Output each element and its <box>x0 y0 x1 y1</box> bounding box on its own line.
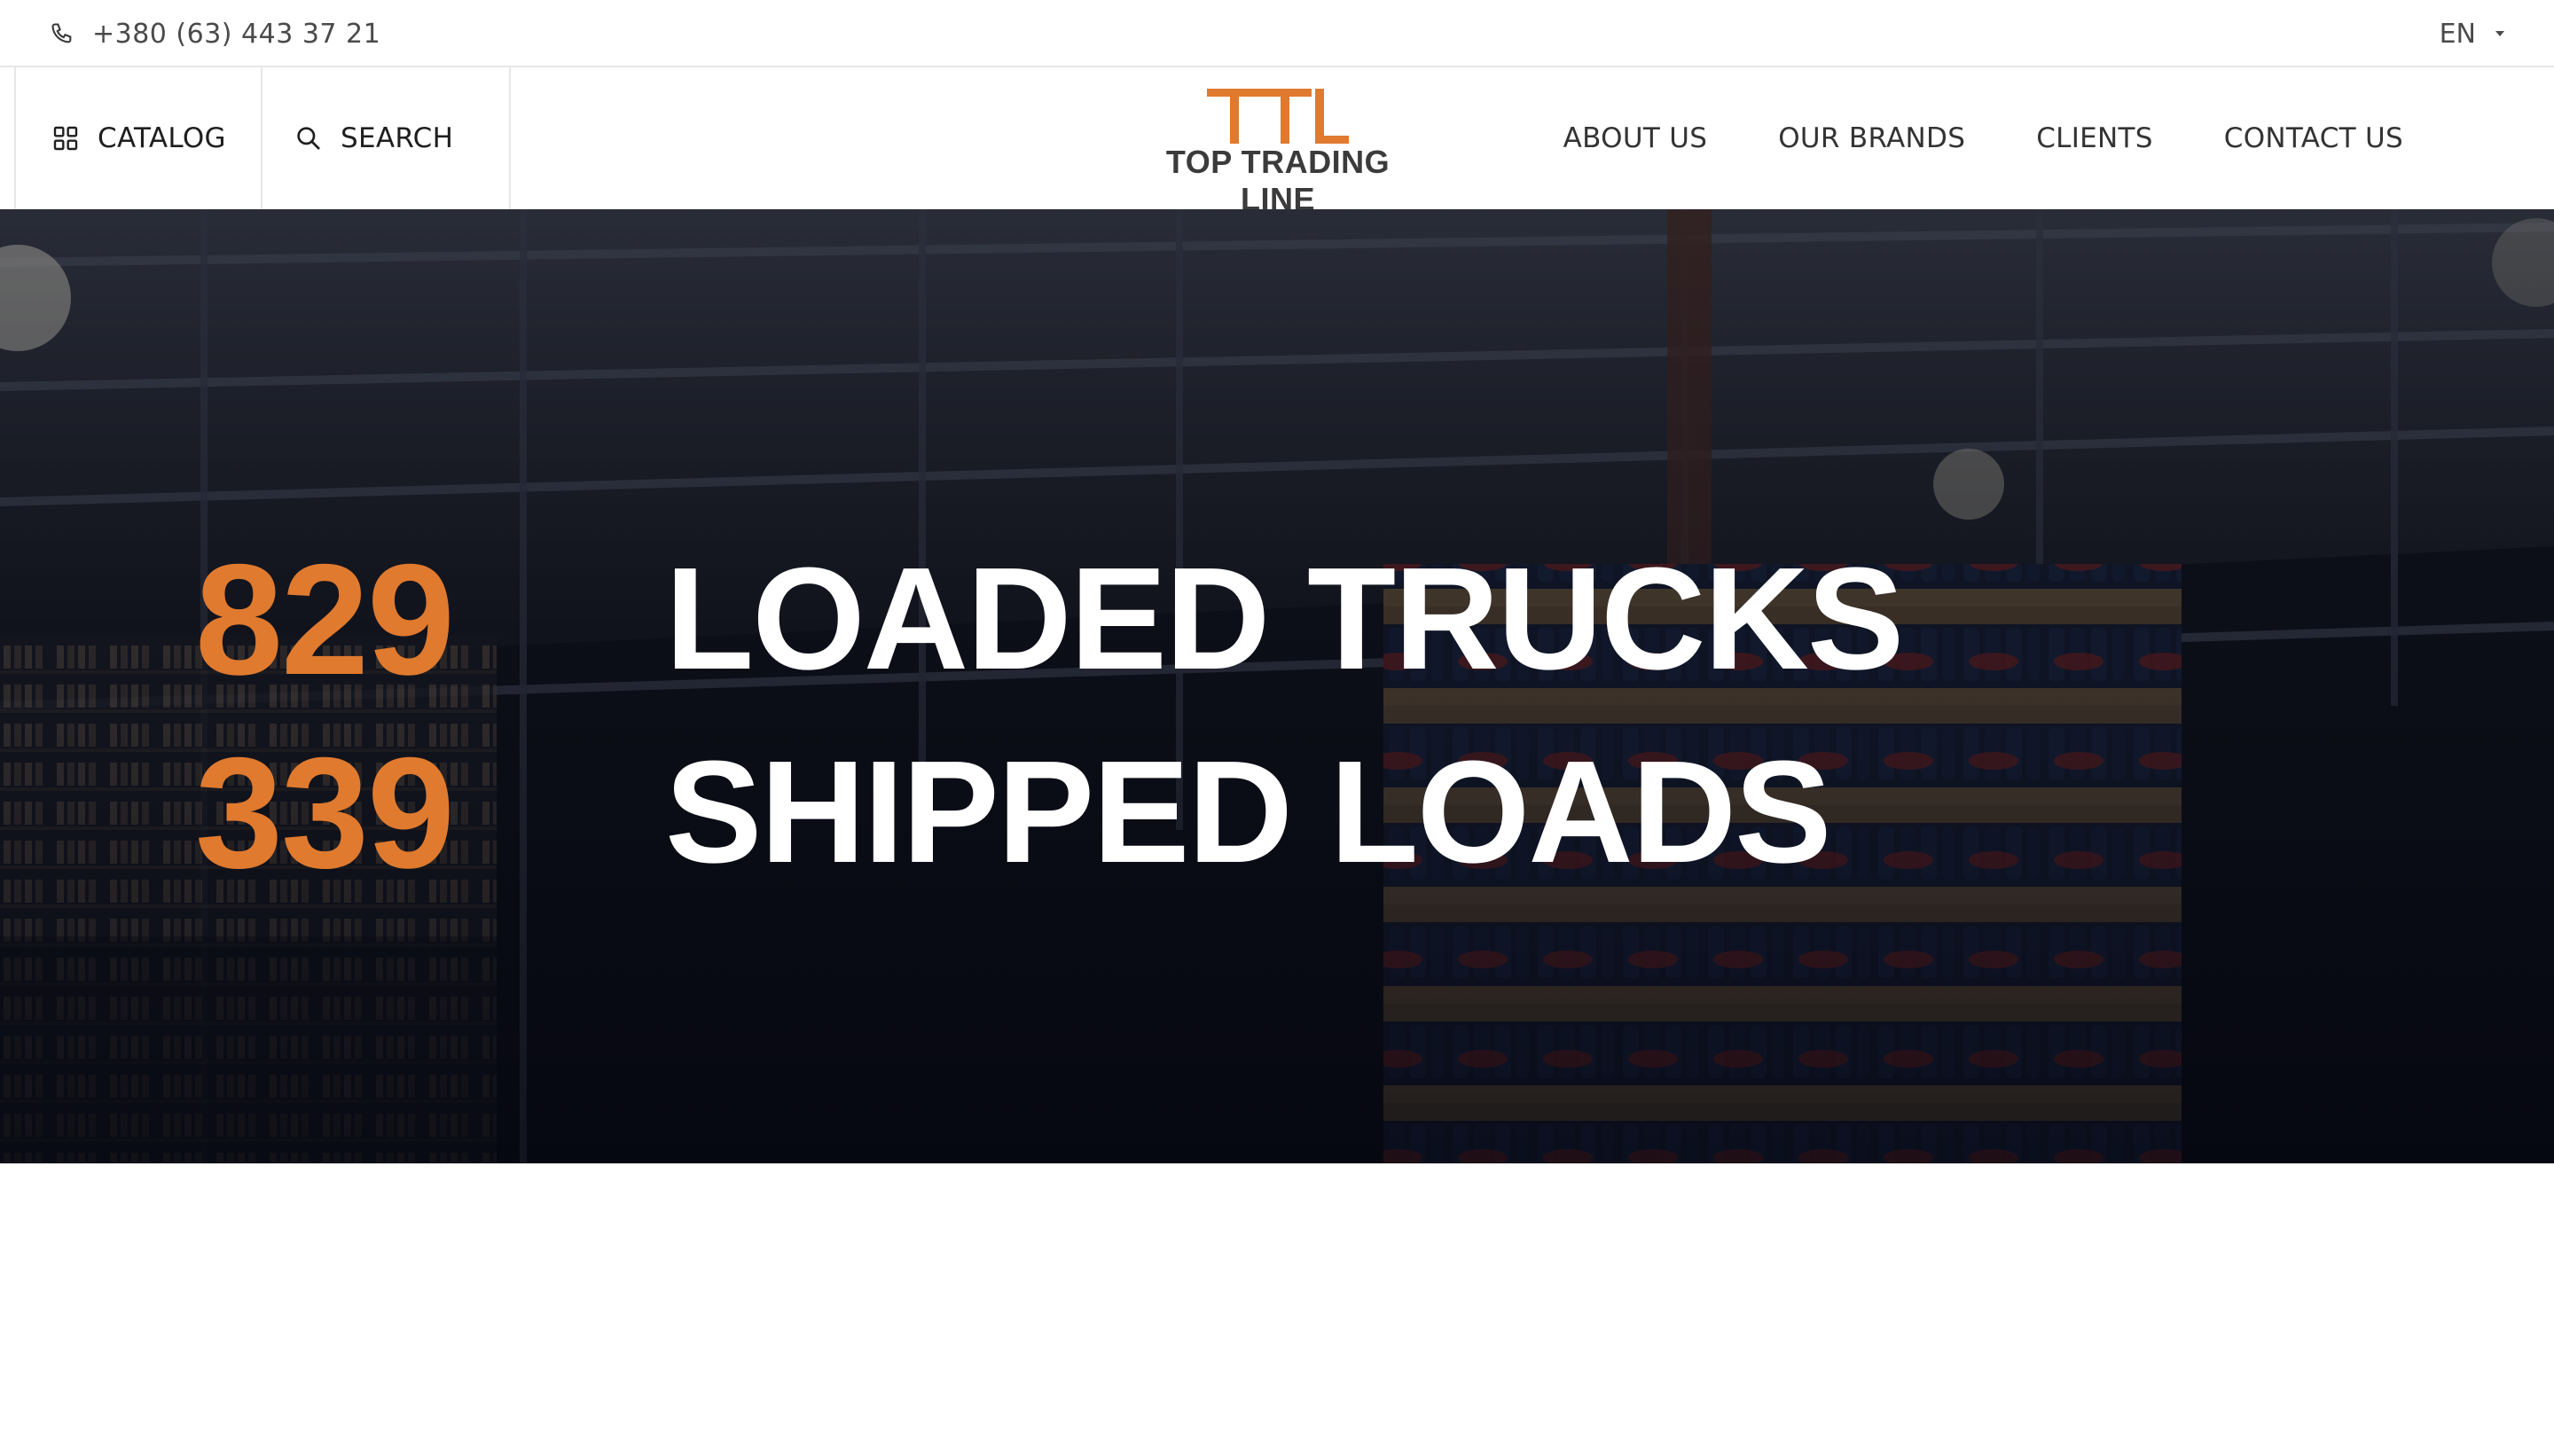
hero-banner: 829 LOADED TRUCKS 339 SHIPPED LOADS <box>0 209 2554 1163</box>
primary-nav: ABOUT US OUR BRANDS CLIENTS CONTACT US <box>1492 67 2403 209</box>
phone-number: +380 (63) 443 37 21 <box>92 18 381 50</box>
caret-down-icon <box>2495 31 2504 36</box>
site-logo[interactable]: TOP TRADING LINE <box>1132 89 1424 217</box>
phone-icon <box>51 23 72 43</box>
logo-text: TOP TRADING LINE <box>1165 144 1391 217</box>
grid-icon <box>53 126 78 151</box>
ttl-logo-mark <box>1207 89 1349 144</box>
stat-loaded-trucks: 829 LOADED TRUCKS <box>195 530 1904 708</box>
search-button[interactable]: SEARCH <box>262 67 511 209</box>
nav-about-us[interactable]: ABOUT US <box>1563 122 1708 154</box>
language-selector[interactable]: EN <box>2440 16 2504 51</box>
stat-label: LOADED TRUCKS <box>665 537 1904 700</box>
stat-label: SHIPPED LOADS <box>665 731 1832 893</box>
phone-link[interactable]: +380 (63) 443 37 21 <box>50 16 380 51</box>
search-label: SEARCH <box>341 122 454 154</box>
search-icon <box>297 127 320 150</box>
stat-shipped-loads: 339 SHIPPED LOADS <box>195 724 1832 901</box>
nav-contact-us[interactable]: CONTACT US <box>2224 122 2403 154</box>
top-bar: +380 (63) 443 37 21 EN <box>0 0 2554 67</box>
language-label: EN <box>2439 18 2476 50</box>
catalog-button[interactable]: CATALOG <box>14 67 262 209</box>
nav-our-brands[interactable]: OUR BRANDS <box>1778 122 1965 154</box>
catalog-label: CATALOG <box>98 122 226 154</box>
stat-value: 829 <box>195 530 455 708</box>
nav-clients[interactable]: CLIENTS <box>2036 122 2153 154</box>
stat-value: 339 <box>195 724 455 901</box>
